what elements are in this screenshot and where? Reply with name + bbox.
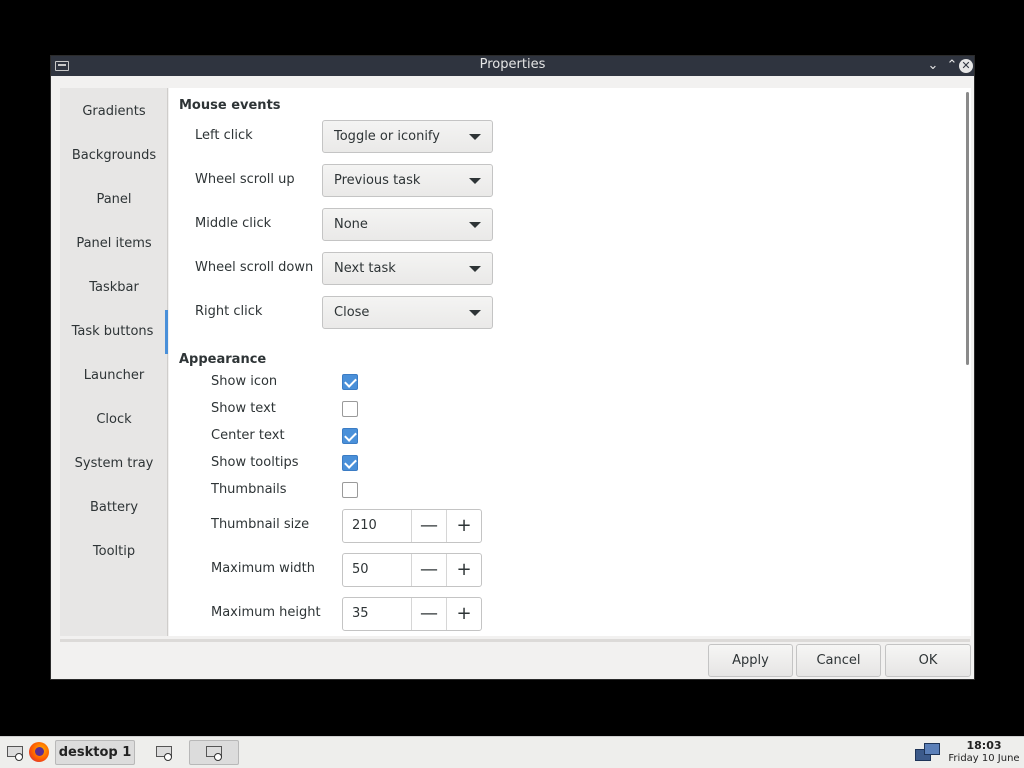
middle-click-value: None: [334, 217, 368, 232]
chevron-down-icon: [469, 178, 481, 184]
sidebar-item-backgrounds[interactable]: Backgrounds: [60, 134, 168, 178]
left-click-label: Left click: [195, 128, 253, 143]
desktop-switcher-button[interactable]: desktop 1: [55, 740, 135, 765]
decrement-button[interactable]: —: [411, 510, 446, 542]
vertical-scrollbar[interactable]: [966, 92, 969, 365]
chevron-down-icon: [469, 134, 481, 140]
content-divider: [60, 639, 970, 642]
window-icon: [154, 744, 174, 761]
window-title: Properties: [479, 57, 546, 72]
close-icon[interactable]: ✕: [958, 58, 974, 74]
wheel-scroll-down-select[interactable]: Next task: [322, 252, 493, 285]
center-text-label: Center text: [211, 428, 285, 443]
firefox-icon[interactable]: [29, 742, 49, 762]
chevron-down-icon: [469, 222, 481, 228]
maximum-width-label: Maximum width: [211, 561, 316, 576]
decrement-button[interactable]: —: [411, 554, 446, 586]
thumbnails-label: Thumbnails: [211, 482, 287, 497]
task-button-window-1[interactable]: [148, 740, 182, 765]
maximum-height-label: Maximum height: [211, 605, 321, 620]
sidebar-item-launcher[interactable]: Launcher: [60, 354, 168, 398]
properties-window: Properties ⌄ ⌃ ✕ Gradients Backgrounds P…: [50, 55, 975, 680]
thumbnail-size-input[interactable]: 210: [352, 518, 377, 533]
sidebar-item-taskbar[interactable]: Taskbar: [60, 266, 168, 310]
show-text-label: Show text: [211, 401, 276, 416]
show-icon-label: Show icon: [211, 374, 278, 389]
clock-time: 18:03: [966, 739, 1002, 752]
middle-click-select[interactable]: None: [322, 208, 493, 241]
increment-button[interactable]: +: [446, 554, 481, 586]
middle-click-label: Middle click: [195, 216, 272, 231]
show-icon-checkbox[interactable]: [342, 374, 358, 390]
clock-date: Friday 10 June: [948, 753, 1020, 764]
sidebar-item-tooltip[interactable]: Tooltip: [60, 530, 168, 574]
thumbnail-size-label: Thumbnail size: [211, 517, 310, 532]
right-click-select[interactable]: Close: [322, 296, 493, 329]
wheel-scroll-down-value: Next task: [334, 261, 396, 276]
clock[interactable]: 18:03 Friday 10 June: [946, 739, 1022, 765]
maximum-width-input[interactable]: 50: [352, 562, 369, 577]
task-button-properties[interactable]: [189, 740, 239, 765]
wheel-scroll-down-label: Wheel scroll down: [195, 260, 314, 275]
wheel-scroll-up-value: Previous task: [334, 173, 421, 188]
right-click-value: Close: [334, 305, 370, 320]
taskbar: desktop 1 18:03 Friday 10 June: [0, 736, 1024, 768]
wheel-scroll-up-label: Wheel scroll up: [195, 172, 295, 187]
window-icon: [204, 744, 224, 761]
maximum-width-spinner: 50 — +: [342, 553, 482, 587]
decrement-button[interactable]: —: [411, 598, 446, 630]
apply-button[interactable]: Apply: [708, 644, 793, 677]
sidebar-item-task-buttons[interactable]: Task buttons: [60, 310, 168, 354]
sidebar-item-panel[interactable]: Panel: [60, 178, 168, 222]
show-text-checkbox[interactable]: [342, 401, 358, 417]
show-desktop-icon[interactable]: [5, 744, 25, 761]
sidebar-item-panel-items[interactable]: Panel items: [60, 222, 168, 266]
minimize-icon[interactable]: ⌄: [925, 58, 941, 74]
thumbnail-size-spinner: 210 — +: [342, 509, 482, 543]
maximum-height-spinner: 35 — +: [342, 597, 482, 631]
sidebar-item-clock[interactable]: Clock: [60, 398, 168, 442]
right-click-label: Right click: [195, 304, 263, 319]
sidebar-item-gradients[interactable]: Gradients: [60, 90, 168, 134]
left-click-select[interactable]: Toggle or iconify: [322, 120, 493, 153]
sidebar: Gradients Backgrounds Panel Panel items …: [60, 88, 168, 636]
wheel-scroll-up-select[interactable]: Previous task: [322, 164, 493, 197]
show-tooltips-checkbox[interactable]: [342, 455, 358, 471]
cancel-button[interactable]: Cancel: [796, 644, 881, 677]
sidebar-item-battery[interactable]: Battery: [60, 486, 168, 530]
ok-button[interactable]: OK: [885, 644, 971, 677]
chevron-down-icon: [469, 266, 481, 272]
left-click-value: Toggle or iconify: [334, 129, 440, 144]
increment-button[interactable]: +: [446, 598, 481, 630]
appearance-heading: Appearance: [179, 352, 267, 367]
show-tooltips-label: Show tooltips: [211, 455, 299, 470]
sidebar-item-system-tray[interactable]: System tray: [60, 442, 168, 486]
network-icon[interactable]: [915, 741, 943, 763]
maximum-height-input[interactable]: 35: [352, 606, 369, 621]
mouse-events-heading: Mouse events: [179, 98, 281, 113]
thumbnails-checkbox[interactable]: [342, 482, 358, 498]
increment-button[interactable]: +: [446, 510, 481, 542]
window-titlebar[interactable]: Properties ⌄ ⌃ ✕: [51, 56, 974, 76]
center-text-checkbox[interactable]: [342, 428, 358, 444]
settings-content: Mouse events Left click Toggle or iconif…: [169, 88, 971, 636]
chevron-down-icon: [469, 310, 481, 316]
